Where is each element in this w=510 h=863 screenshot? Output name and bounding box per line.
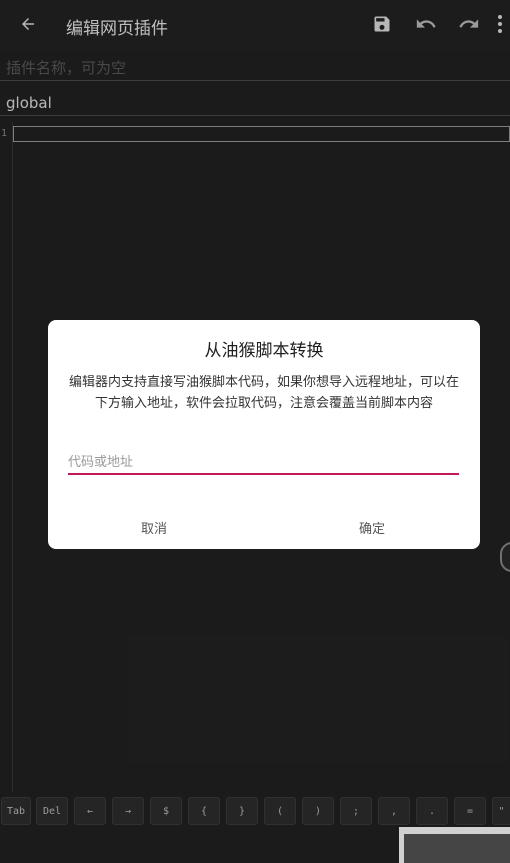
cancel-button[interactable]: 取消 [94, 510, 214, 544]
code-or-url-input[interactable] [68, 451, 459, 475]
dialog-title: 从油猴脚本转换 [204, 341, 324, 361]
userscript-import-dialog: 从油猴脚本转换 编辑器内支持直接写油猴脚本代码，如果你想导入远程地址，可以在下方… [48, 320, 480, 549]
confirm-button[interactable]: 确定 [312, 510, 432, 544]
dialog-message: 编辑器内支持直接写油猴脚本代码，如果你想导入远程地址，可以在下方输入地址，软件会… [68, 375, 459, 411]
